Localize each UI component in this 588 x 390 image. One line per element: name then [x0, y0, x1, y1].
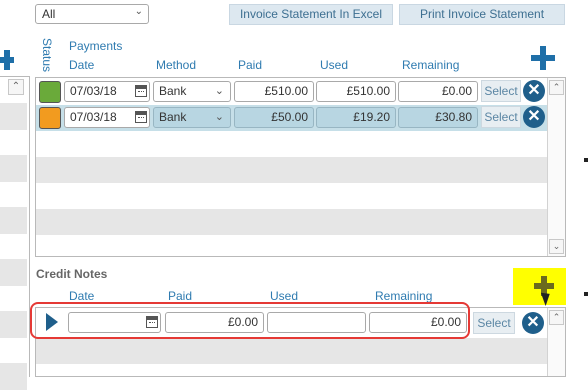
payments-used-header: Used: [320, 58, 349, 72]
chevron-down-icon: ⌄: [214, 111, 224, 123]
credit-stripe: [36, 338, 547, 364]
credit-remaining-header: Remaining: [375, 289, 433, 303]
payments-paid-header: Paid: [238, 58, 263, 72]
scroll-up-icon[interactable]: ⌃: [549, 310, 564, 325]
add-credit-note-highlight: [513, 268, 566, 306]
scroll-down-icon[interactable]: ⌄: [549, 239, 564, 254]
calendar-icon[interactable]: [135, 85, 147, 97]
left-scroll-up-icon[interactable]: ⌃: [8, 79, 24, 95]
payment-method-select[interactable]: Bank ⌄: [153, 81, 231, 102]
payments-remaining-header: Remaining: [402, 58, 460, 72]
payment-date-value: 07/03/18: [70, 84, 117, 98]
payment-remaining-field[interactable]: £30.80: [398, 107, 478, 128]
payment-select-button[interactable]: Select: [481, 106, 521, 128]
calendar-icon[interactable]: [135, 111, 147, 123]
payment-used-field[interactable]: £19.20: [316, 107, 396, 128]
invoice-statement-excel-button[interactable]: Invoice Statement In Excel: [229, 4, 393, 25]
remove-credit-note-icon[interactable]: ✕: [522, 312, 544, 334]
add-payment-icon[interactable]: [531, 46, 555, 70]
credit-date-header: Date: [69, 289, 95, 303]
payment-method-value: Bank: [159, 84, 187, 98]
payment-date-field[interactable]: 07/03/18: [64, 107, 150, 128]
payment-method-select[interactable]: Bank ⌄: [153, 107, 231, 128]
status-indicator-orange[interactable]: [39, 107, 61, 129]
payments-date-header: Date: [69, 58, 95, 72]
print-invoice-statement-button[interactable]: Print Invoice Statement: [399, 4, 565, 25]
payments-title: Payments: [69, 39, 123, 53]
left-list: ⌃: [0, 76, 30, 390]
status-indicator-green[interactable]: [39, 81, 61, 103]
filter-dropdown-value: All: [42, 7, 56, 21]
payment-paid-field[interactable]: £50.00: [234, 107, 314, 128]
left-add-icon[interactable]: [0, 50, 14, 70]
credit-select-button[interactable]: Select: [473, 312, 515, 334]
scroll-up-icon[interactable]: ⌃: [549, 80, 564, 95]
payment-date-field[interactable]: 07/03/18: [64, 81, 150, 102]
payment-date-value: 07/03/18: [70, 110, 117, 124]
edge-fragment: [584, 158, 588, 162]
credit-used-header: Used: [270, 289, 299, 303]
remove-payment-icon[interactable]: ✕: [523, 80, 545, 102]
credit-note-row-callout: [30, 302, 470, 339]
credit-notes-title: Credit Notes: [36, 267, 108, 281]
left-panel: ⌃: [0, 0, 30, 390]
credit-paid-header: Paid: [168, 289, 193, 303]
filter-dropdown[interactable]: All ⌄: [35, 4, 149, 24]
chevron-down-icon: ⌄: [214, 85, 224, 97]
payment-paid-field[interactable]: £510.00: [234, 81, 314, 102]
chevron-down-icon: ⌄: [134, 6, 143, 17]
payment-method-value: Bank: [159, 110, 187, 124]
edge-fragment: [584, 292, 588, 296]
payment-select-button[interactable]: Select: [481, 80, 521, 102]
payments-method-header: Method: [156, 58, 197, 72]
remove-payment-icon[interactable]: ✕: [523, 106, 545, 128]
credit-notes-scrollbar[interactable]: ⌃: [547, 308, 565, 376]
payment-remaining-field[interactable]: £0.00: [398, 81, 478, 102]
payments-scrollbar[interactable]: ⌃ ⌄: [547, 78, 565, 256]
payment-used-field[interactable]: £510.00: [316, 81, 396, 102]
status-header: Status: [40, 38, 54, 73]
payments-grid: 07/03/18 Bank ⌄ £510.00 £510.00 £0.00 Se…: [35, 77, 566, 257]
